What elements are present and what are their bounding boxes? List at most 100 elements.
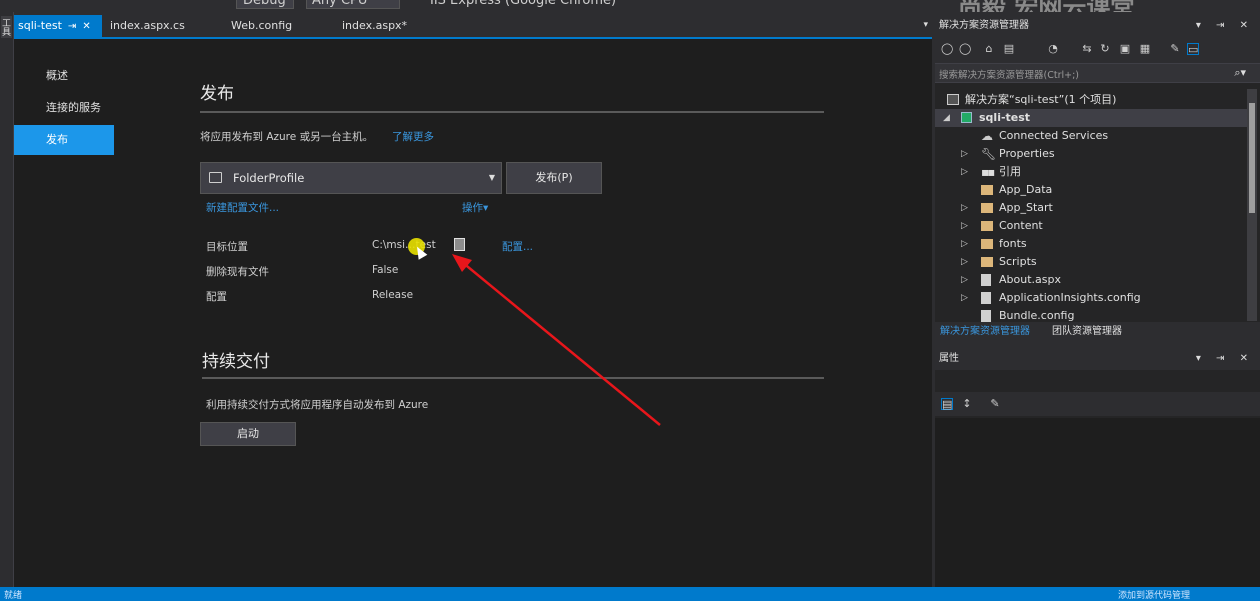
cd-heading: 持续交付 [202,352,270,372]
tree-label: ApplicationInsights.config [999,291,1141,304]
nav-overview[interactable]: 概述 [14,61,114,91]
tab-label: sqli-test [18,19,62,32]
collapsed-icon[interactable]: ▷ [961,145,968,163]
tree-connected-services[interactable]: ☁ Connected Services [935,127,1247,145]
publish-button[interactable]: 发布(P) [506,162,602,194]
tab-solution-explorer[interactable]: 解决方案资源管理器 [937,322,1033,342]
target-location-value: C:\msi…test [372,239,436,251]
target-location-label: 目标位置 [206,241,248,253]
configure-link[interactable]: 配置... [502,239,533,254]
collapse-all-icon[interactable]: ▣ [1119,43,1131,55]
show-all-files-icon[interactable]: ▦ [1139,43,1151,55]
publish-page: 概述 连接的服务 发布 发布 将应用发布到 Azure 或另一台主机。 了解更多… [14,39,932,587]
solution-explorer-title-text: 解决方案资源管理器 [939,20,1029,31]
toolbox-tab[interactable]: 工具箱 [0,16,12,38]
search-icon[interactable]: ⌕▾ [1234,66,1246,80]
configuration-label: 配置 [206,291,227,303]
collapsed-icon[interactable]: ▷ [961,253,968,271]
tab-sqli-test[interactable]: sqli-test ⇥ ✕ [14,15,102,37]
platform-label: Any CPU [312,0,368,8]
status-text: 就绪 [4,591,23,601]
pin-icon[interactable]: ⇥ [68,16,76,38]
pane-controls-icon[interactable]: ▾ ⇥ ✕ [1196,348,1254,370]
solution-explorer: 解决方案资源管理器 ▾ ⇥ ✕ ◯ ◯ ⌂ ▤ ◔ ⇆ ↻ ▣ ▦ ✎ ▭ 搜索… [935,15,1260,342]
pane-controls-icon[interactable]: ▾ ⇥ ✕ [1196,15,1254,37]
categorized-icon[interactable]: ▤ [941,398,953,411]
forward-icon[interactable]: ◯ [959,43,971,55]
tree-solution[interactable]: 解决方案“sqli-test”(1 个项目) [935,91,1247,109]
nav-publish[interactable]: 发布 [14,125,114,155]
cd-divider [202,377,824,379]
file-icon [981,274,991,286]
publish-divider [200,111,824,113]
collapsed-icon[interactable]: ▷ [961,163,968,181]
tree-app-data[interactable]: App_Data [935,181,1247,199]
alphabetical-icon[interactable]: ↕ [961,398,973,410]
solution-explorer-title: 解决方案资源管理器 ▾ ⇥ ✕ [935,15,1260,37]
run-target-label[interactable]: IIS Express (Google Chrome) [430,0,616,8]
tree-label: Content [999,219,1043,232]
tab-label: index.aspx.cs [110,19,185,32]
tree-app-start[interactable]: ▷ App_Start [935,199,1247,217]
tab-index-aspx-cs[interactable]: index.aspx.cs [106,15,206,37]
preview-icon[interactable]: ▭ [1187,43,1199,56]
properties-grid [935,418,1260,587]
tab-label: Web.config [231,19,293,32]
scrollbar-thumb[interactable] [1249,103,1255,213]
back-icon[interactable]: ◯ [941,43,953,55]
copy-icon[interactable] [454,238,465,251]
collapsed-icon[interactable]: ▷ [961,235,968,253]
collapsed-icon[interactable]: ▷ [961,271,968,289]
properties-icon[interactable]: ✎ [1169,43,1181,55]
tree-content[interactable]: ▷ Content [935,217,1247,235]
folder-icon [981,239,993,249]
configuration-value: Release [372,289,414,301]
folder-icon [981,257,993,267]
config-file-icon [981,292,991,304]
cd-description: 利用持续交付方式将应用程序自动发布到 Azure [206,399,429,411]
actions-link[interactable]: 操作▾ [462,200,488,215]
tree-label: fonts [999,237,1027,250]
close-icon[interactable]: ✕ [82,16,90,38]
tree-label: Connected Services [999,129,1109,142]
folder-icon [981,221,993,231]
tree-fonts[interactable]: ▷ fonts [935,235,1247,253]
tree-scripts[interactable]: ▷ Scripts [935,253,1247,271]
tree-project[interactable]: ◢ sqli-test [935,109,1247,127]
properties-pane: 属性 ▾ ⇥ ✕ ▤ ↕ ✎ [935,348,1260,587]
config-file-icon [981,310,991,322]
home-icon[interactable]: ⌂ [983,43,995,55]
sync-icon[interactable]: ⇆ [1081,43,1093,55]
tab-web-config[interactable]: Web.config [227,15,327,37]
tab-list-dropdown-icon[interactable]: ▾ [923,20,928,30]
property-pages-icon[interactable]: ✎ [989,398,1001,410]
nav-connected-services[interactable]: 连接的服务 [14,93,114,123]
tree-properties[interactable]: ▷ 🔧︎ Properties [935,145,1247,163]
tab-index-aspx[interactable]: index.aspx* [338,15,438,37]
expanded-icon[interactable]: ◢ [943,109,950,127]
refresh-icon[interactable]: ↻ [1099,43,1111,55]
tree-references[interactable]: ▷ ▪▪ 引用 [935,163,1247,181]
pending-changes-icon[interactable]: ◔ [1047,43,1059,55]
search-placeholder: 搜索解决方案资源管理器(Ctrl+;) [939,70,1079,81]
collapsed-icon[interactable]: ▷ [961,199,968,217]
source-control-button[interactable]: 添加到源代码管理 [1118,588,1190,601]
new-profile-link[interactable]: 新建配置文件... [206,200,279,215]
folder-icon [209,172,222,183]
profile-select[interactable]: FolderProfile ▼ [200,162,502,194]
solution-search[interactable]: 搜索解决方案资源管理器(Ctrl+;) ⌕▾ [935,63,1260,83]
status-bar: 就绪 添加到源代码管理 [0,587,1260,601]
tree-scrollbar[interactable] [1247,89,1257,321]
tree-label: sqli-test [979,111,1031,124]
cd-start-button[interactable]: 启动 [200,422,296,446]
solution-icon [947,94,959,105]
collapsed-icon[interactable]: ▷ [961,217,968,235]
learn-more-link[interactable]: 了解更多 [392,129,434,144]
tree-label: 引用 [999,165,1021,178]
tree-appinsights-config[interactable]: ▷ ApplicationInsights.config [935,289,1247,307]
folder-icon [981,185,993,195]
collapsed-icon[interactable]: ▷ [961,289,968,307]
switch-views-icon[interactable]: ▤ [1003,43,1015,55]
tree-about-aspx[interactable]: ▷ About.aspx [935,271,1247,289]
tab-team-explorer[interactable]: 团队资源管理器 [1049,322,1125,342]
